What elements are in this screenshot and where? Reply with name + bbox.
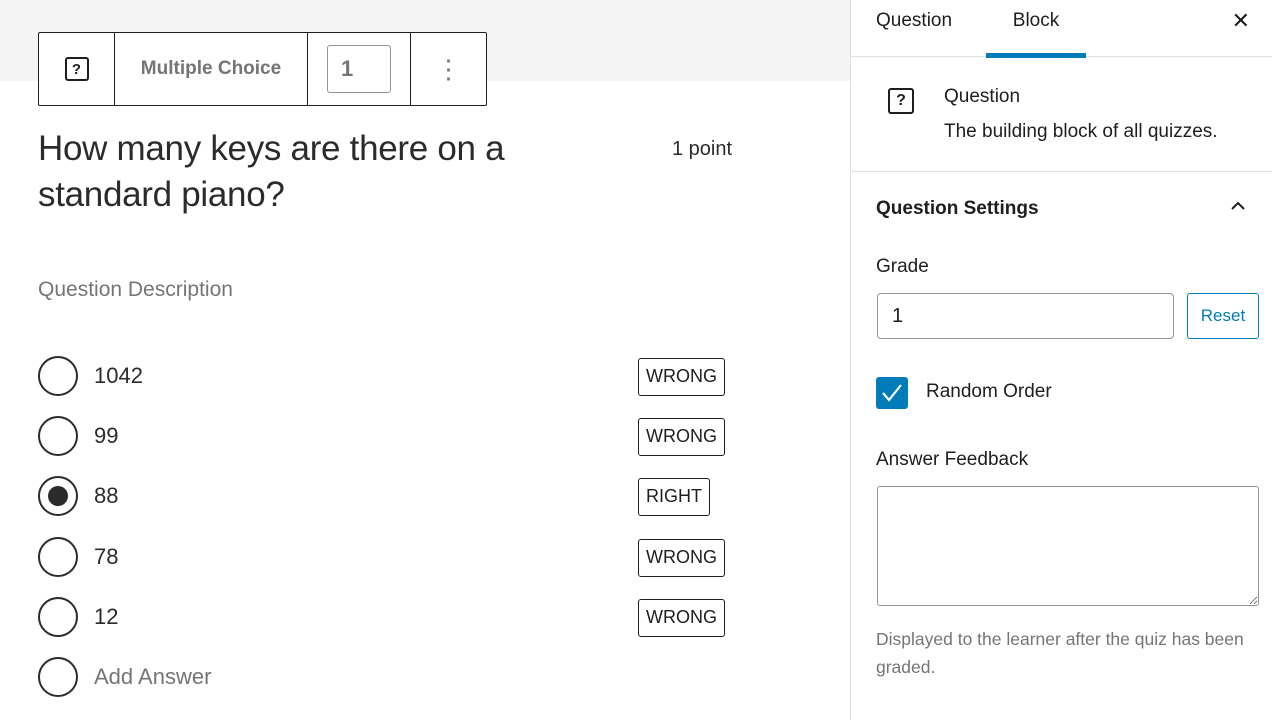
sidebar-tabs: Question Block ✕: [851, 0, 1272, 58]
question-title[interactable]: How many keys are there on a standard pi…: [38, 126, 598, 218]
close-icon: ✕: [1231, 8, 1250, 33]
question-settings-panel-toggle[interactable]: Question Settings: [876, 198, 1039, 220]
grade-label: Grade: [876, 256, 929, 277]
answer-status-toggle[interactable]: WRONG: [638, 598, 725, 637]
radio-dot-icon: [48, 486, 68, 507]
answer-item: 78 WRONG: [38, 536, 738, 597]
question-number-input[interactable]: 1: [327, 45, 391, 93]
answer-radio-selected[interactable]: [38, 476, 78, 517]
answer-feedback-help: Displayed to the learner after the quiz …: [876, 629, 1244, 677]
answer-radio: [38, 656, 78, 697]
question-block-icon: ?: [64, 57, 89, 81]
more-vertical-icon: ⋮: [435, 53, 462, 84]
answer-status-toggle[interactable]: RIGHT: [638, 478, 710, 517]
tab-block[interactable]: Block: [986, 0, 1086, 58]
tab-question[interactable]: Question: [876, 0, 952, 57]
answer-item: 88 RIGHT: [38, 476, 738, 536]
editor-canvas: ? Multiple Choice 1 ⋮ How many keys are …: [0, 0, 850, 720]
answer-radio[interactable]: [38, 356, 78, 396]
answer-feedback-label: Answer Feedback: [876, 449, 1029, 470]
add-answer-item: Add Answer: [38, 656, 738, 717]
question-block-icon: ?: [888, 88, 914, 114]
checkmark-icon: [882, 384, 902, 402]
answer-status-toggle[interactable]: WRONG: [638, 538, 725, 577]
block-card-description: The building block of all quizzes.: [944, 121, 1218, 142]
answer-status-toggle[interactable]: WRONG: [638, 358, 725, 396]
answer-feedback-textarea[interactable]: [877, 486, 1259, 606]
answer-list: 1042 WRONG 99 WRONG 88 RIGHT 78 WRONG 12…: [38, 356, 738, 717]
answer-text[interactable]: 99: [94, 416, 118, 456]
block-card: ? Question The building block of all qui…: [851, 57, 1272, 172]
answer-text[interactable]: 78: [94, 537, 118, 577]
answer-item: 12 WRONG: [38, 596, 738, 657]
answer-radio[interactable]: [38, 596, 78, 637]
grade-input[interactable]: [877, 293, 1174, 339]
answer-text[interactable]: 12: [94, 597, 118, 637]
question-points: 1 point: [672, 138, 733, 160]
question-type-selector[interactable]: Multiple Choice: [115, 33, 308, 105]
random-order-checkbox[interactable]: [876, 377, 908, 409]
answer-item: 99 WRONG: [38, 416, 738, 476]
more-options-button[interactable]: ⋮: [411, 33, 486, 105]
block-card-title: Question: [944, 86, 1021, 107]
answer-status-toggle[interactable]: WRONG: [638, 418, 725, 457]
block-type-button[interactable]: ?: [39, 33, 115, 105]
settings-sidebar: Question Block ✕ ? Question The building…: [850, 0, 1272, 720]
reset-button[interactable]: Reset: [1187, 293, 1259, 339]
answer-text[interactable]: 1042: [94, 356, 143, 396]
chevron-up-icon[interactable]: [1228, 196, 1248, 216]
answer-text[interactable]: 88: [94, 476, 118, 516]
close-sidebar-button[interactable]: ✕: [1232, 8, 1250, 34]
question-description-input[interactable]: Question Description: [38, 278, 233, 302]
answer-item: 1042 WRONG: [38, 356, 738, 416]
add-answer-input[interactable]: Add Answer: [94, 657, 211, 697]
question-number-cell: 1: [308, 33, 411, 105]
answer-radio[interactable]: [38, 416, 78, 457]
answer-radio[interactable]: [38, 536, 78, 577]
block-toolbar: ? Multiple Choice 1 ⋮: [38, 32, 487, 106]
random-order-label[interactable]: Random Order: [926, 381, 1052, 403]
